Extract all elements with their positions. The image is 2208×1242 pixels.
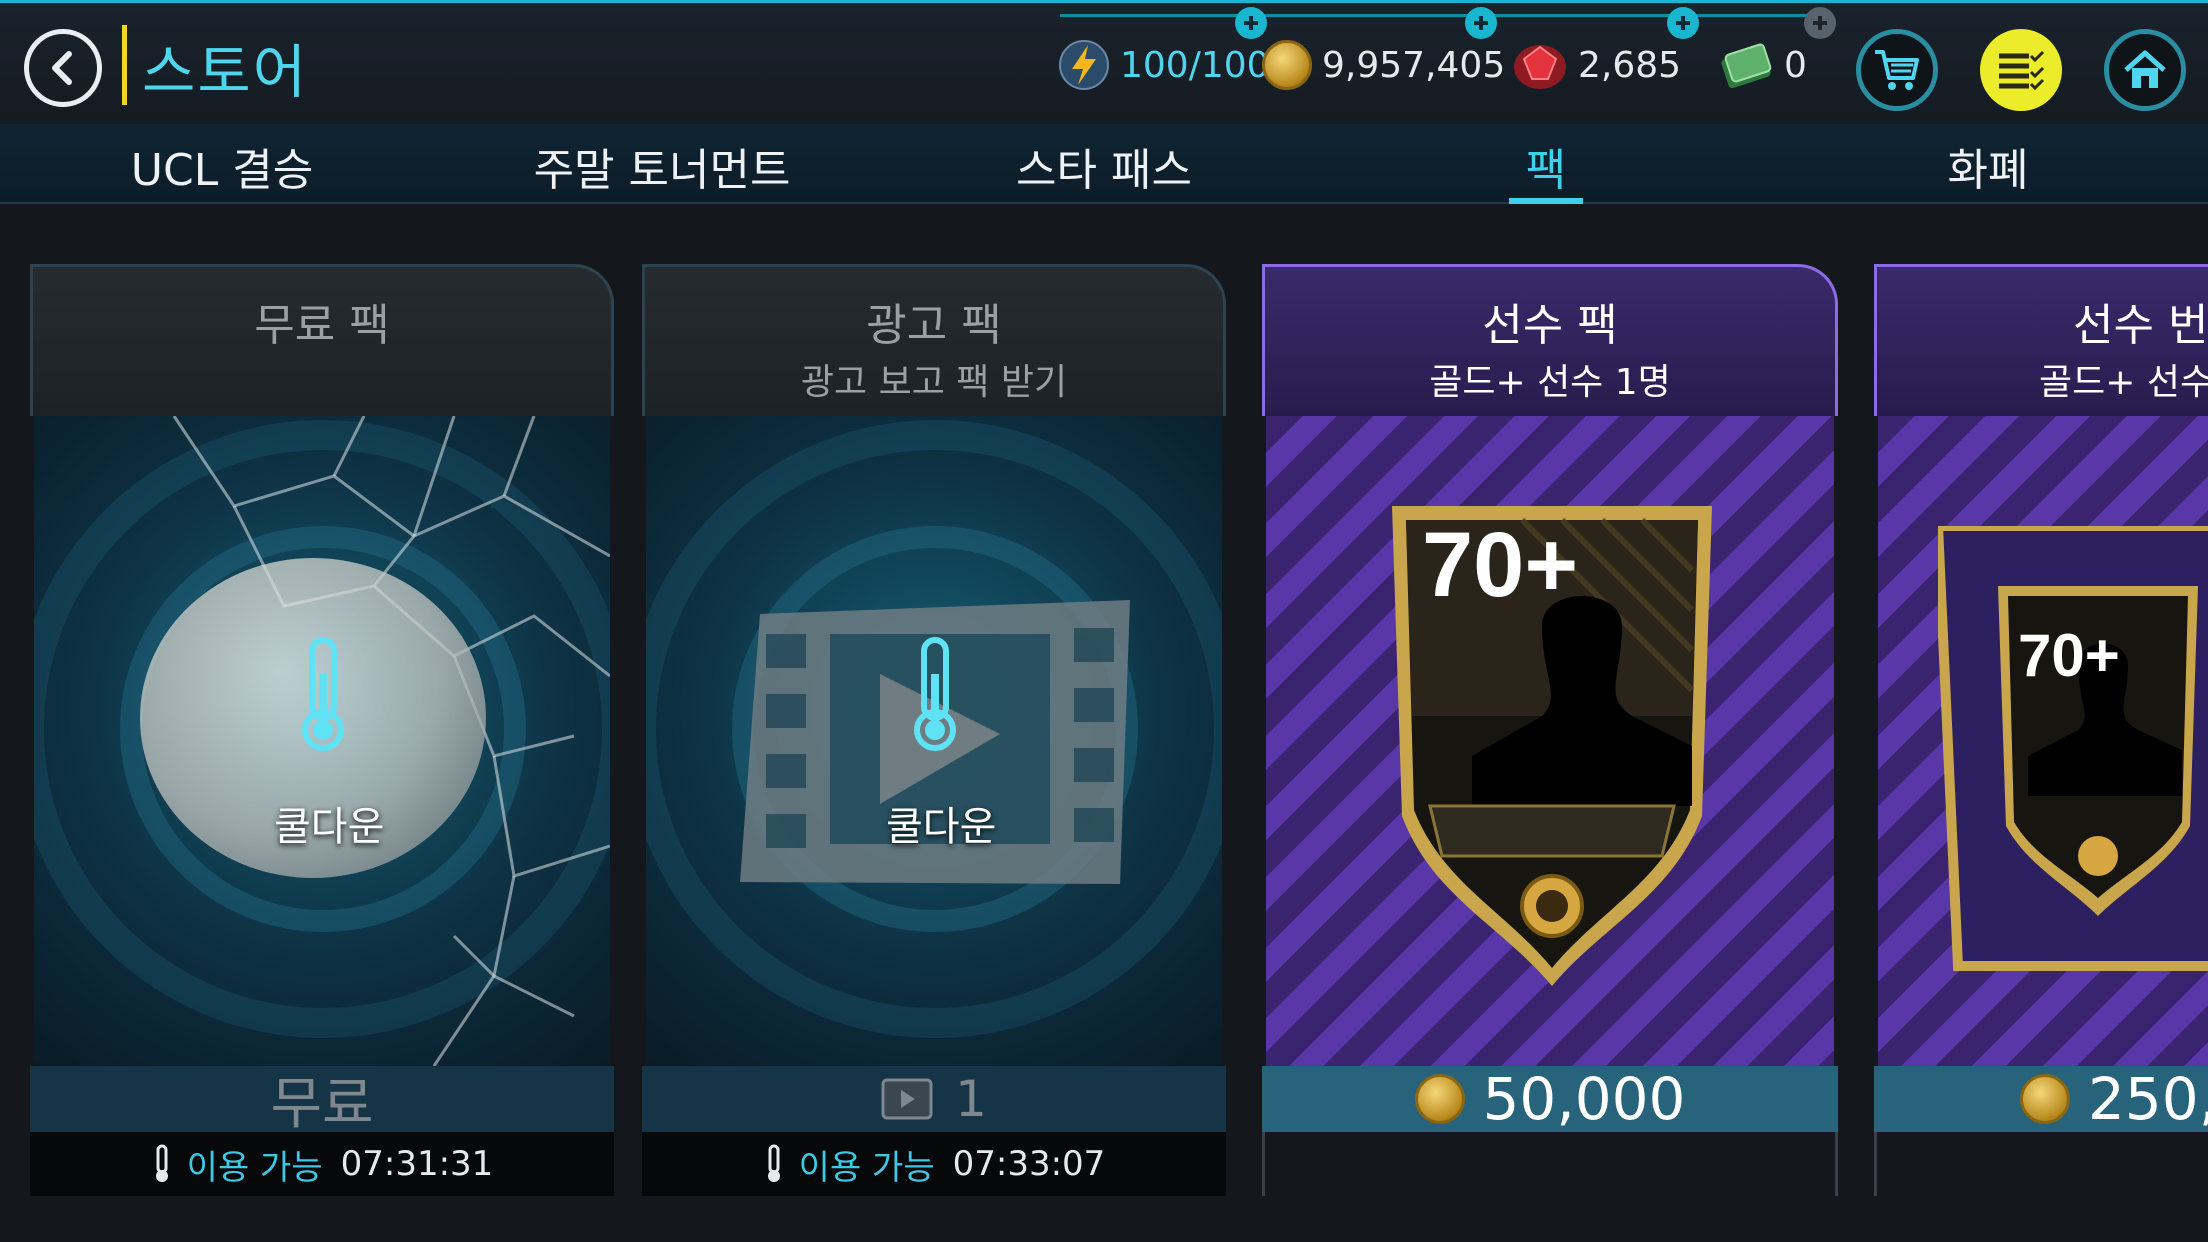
plus-icon bbox=[1676, 16, 1690, 30]
add-energy-button[interactable] bbox=[1235, 7, 1267, 39]
coin-amount: 9,957,405 bbox=[1322, 44, 1506, 86]
availability-bar: 이용 가능 07:33:07 bbox=[642, 1132, 1226, 1196]
ticket-counter: 0 bbox=[1718, 37, 1807, 93]
coin-counter: 9,957,405 bbox=[1262, 37, 1505, 93]
price-label: 무료 bbox=[270, 1071, 374, 1137]
fifa-coin-icon bbox=[2020, 1074, 2070, 1124]
tab-packs[interactable]: 팩 bbox=[1526, 134, 1566, 198]
energy-counter: 100/100 bbox=[1058, 37, 1270, 93]
gem-amount: 2,685 bbox=[1578, 44, 1682, 86]
card-rating: 70+ bbox=[1422, 514, 1578, 616]
fifa-coin-icon bbox=[1414, 1074, 1465, 1124]
menu-button[interactable] bbox=[1980, 29, 2062, 111]
card-header: 선수 팩 골드+ 선수 1명 bbox=[1262, 264, 1838, 416]
home-icon bbox=[2124, 50, 2166, 88]
plus-icon bbox=[1474, 16, 1488, 30]
pack-card-player-bundle[interactable]: 선수 번 골드+ 선수 70+ 250,( bbox=[1874, 264, 2208, 1196]
cooldown-label: 쿨다운 bbox=[274, 804, 385, 850]
add-coins-button[interactable] bbox=[1465, 7, 1497, 39]
availability-timer: 07:31:31 bbox=[340, 1144, 494, 1184]
lightning-icon bbox=[1059, 40, 1109, 90]
pack-card-ad[interactable]: 광고 팩 광고 보고 팩 받기 쿨다운 1 이용 가능 07:33:07 bbox=[642, 264, 1226, 1196]
card-header: 광고 팩 광고 보고 팩 받기 bbox=[642, 264, 1226, 416]
plus-icon bbox=[1813, 16, 1827, 30]
availability-bar: 이용 가능 07:31:31 bbox=[30, 1132, 614, 1196]
card-artwork: 70+ bbox=[1266, 416, 1834, 1066]
thermometer-icon bbox=[155, 1144, 168, 1182]
price-bar: 50,000 bbox=[1262, 1065, 1838, 1133]
price-label: 250,( bbox=[2088, 1065, 2208, 1133]
ruby-gem-icon bbox=[1514, 45, 1566, 89]
card-subtitle: 광고 보고 팩 받기 bbox=[800, 362, 1068, 403]
card-artwork: 쿨다운 bbox=[34, 416, 610, 1066]
active-tab-indicator bbox=[1509, 198, 1583, 204]
tab-weekend-tournament[interactable]: 주말 토너먼트 bbox=[534, 134, 791, 198]
card-title: 선수 번 bbox=[2073, 300, 2208, 351]
energy-max: 100 bbox=[1200, 44, 1270, 86]
gold-player-card-stack-graphic: 70+ bbox=[1938, 526, 2208, 971]
currency-track bbox=[1060, 14, 1820, 17]
card-header: 무료 팩 bbox=[30, 264, 614, 416]
ticket-amount: 0 bbox=[1784, 44, 1807, 86]
thermometer-icon bbox=[767, 1144, 780, 1182]
tab-star-pass[interactable]: 스타 패스 bbox=[1016, 134, 1192, 198]
checklist-menu-icon bbox=[1999, 50, 2045, 91]
home-button[interactable] bbox=[2104, 29, 2186, 111]
add-tickets-button[interactable] bbox=[1804, 7, 1836, 39]
availability-status: 이용 가능 bbox=[186, 1147, 323, 1188]
gem-counter: 2,685 bbox=[1512, 37, 1681, 93]
tab-currency[interactable]: 화폐 bbox=[1948, 134, 2029, 198]
availability-timer: 07:33:07 bbox=[952, 1144, 1106, 1184]
thermometer-icon bbox=[302, 637, 344, 751]
category-tabs: UCL 결승 주말 토너먼트 스타 패스 팩 화폐 bbox=[0, 124, 2208, 204]
card-title: 선수 팩 bbox=[1482, 300, 1618, 351]
energy-separator: / bbox=[1188, 44, 1201, 86]
page-title: 스토어 bbox=[142, 38, 309, 106]
ad-count: 1 bbox=[955, 1070, 987, 1128]
availability-status: 이용 가능 bbox=[798, 1147, 935, 1188]
card-title: 무료 팩 bbox=[254, 300, 390, 351]
title-accent-bar bbox=[122, 25, 127, 105]
thermometer-icon bbox=[914, 637, 956, 751]
add-gems-button[interactable] bbox=[1667, 7, 1699, 39]
back-button[interactable] bbox=[24, 29, 102, 107]
cart-icon bbox=[1875, 50, 1919, 90]
card-header: 선수 번 골드+ 선수 bbox=[1874, 264, 2208, 416]
pack-card-free[interactable]: 무료 팩 쿨다운 무료 이용 가능 07:31:31 bbox=[30, 264, 614, 1196]
card-subtitle: 골드+ 선수 1명 bbox=[1429, 362, 1671, 403]
price-label: 50,000 bbox=[1482, 1065, 1686, 1133]
chevron-left-icon bbox=[52, 51, 72, 85]
card-footer bbox=[1874, 1132, 2208, 1196]
top-bar: 스토어 100/100 9,957,405 2,685 0 bbox=[0, 0, 2208, 124]
pack-card-player[interactable]: 선수 팩 골드+ 선수 1명 70+ 50,000 bbox=[1262, 264, 1838, 1196]
card-title: 광고 팩 bbox=[866, 300, 1002, 351]
card-footer bbox=[1262, 1132, 1838, 1196]
video-ad-icon bbox=[881, 1078, 933, 1120]
price-bar: 250,( bbox=[1874, 1065, 2208, 1133]
card-subtitle: 골드+ 선수 bbox=[2039, 362, 2208, 403]
fifa-coin-icon bbox=[1262, 40, 1312, 90]
card-artwork: 70+ bbox=[1878, 416, 2208, 1066]
cooldown-label: 쿨다운 bbox=[886, 804, 997, 850]
price-bar: 1 bbox=[642, 1066, 1226, 1132]
tab-ucl-final[interactable]: UCL 결승 bbox=[131, 134, 313, 198]
energy-current: 100 bbox=[1120, 44, 1189, 86]
card-artwork: 쿨다운 bbox=[646, 416, 1222, 1066]
plus-icon bbox=[1244, 16, 1258, 30]
shop-cart-button[interactable] bbox=[1856, 29, 1938, 111]
price-bar: 무료 bbox=[30, 1066, 614, 1137]
card-rating: 70+ bbox=[2018, 622, 2120, 689]
gold-player-card-graphic: 70+ bbox=[1392, 506, 1712, 986]
green-ticket-icon bbox=[1721, 43, 1772, 89]
